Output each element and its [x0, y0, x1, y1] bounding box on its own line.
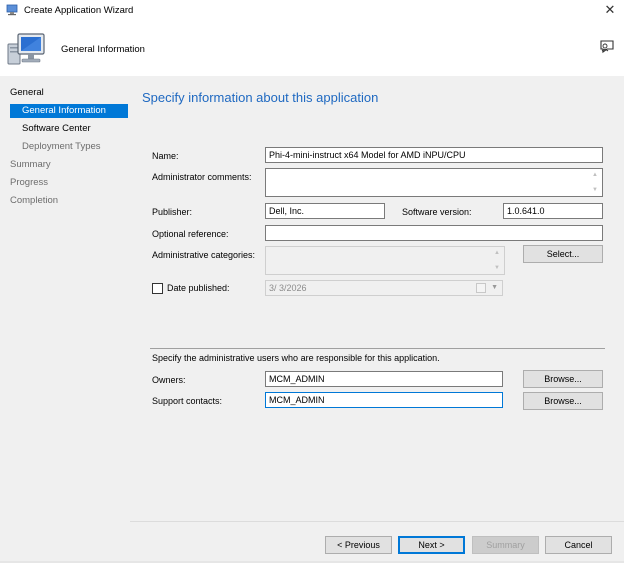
support-contacts-input[interactable]: MCM_ADMIN: [265, 392, 503, 408]
owners-input[interactable]: MCM_ADMIN: [265, 371, 503, 387]
wizard-navigation: General General Information Software Cen…: [0, 76, 130, 563]
scroll-up-icon: ▲: [592, 172, 598, 178]
wizard-header: General Information: [0, 22, 624, 76]
nav-software-center: Software Center: [22, 123, 91, 134]
publisher-label: Publisher:: [152, 207, 193, 217]
support-contacts-browse-button[interactable]: Browse...: [523, 392, 603, 410]
summary-button: Summary: [472, 536, 539, 554]
window-title: Create Application Wizard: [24, 5, 134, 16]
optional-reference-input[interactable]: [265, 225, 603, 241]
admin-categories-scrollbar: ▲ ▼: [492, 248, 502, 273]
date-published-picker: 3/ 3/2026 ▼: [265, 280, 503, 296]
feedback-icon[interactable]: [598, 38, 616, 56]
scroll-up-icon: ▲: [494, 250, 500, 256]
support-contacts-label: Support contacts:: [152, 396, 223, 406]
computer-icon: [7, 33, 45, 65]
date-published-label: Date published:: [167, 283, 230, 293]
admin-categories-label: Administrative categories:: [152, 250, 256, 260]
name-label: Name:: [152, 151, 179, 161]
page-title: Specify information about this applicati…: [142, 90, 379, 105]
cancel-button[interactable]: Cancel: [545, 536, 612, 554]
software-version-input[interactable]: 1.0.641.0: [503, 203, 603, 219]
nav-general-information: General Information: [10, 104, 128, 118]
app-icon: [6, 4, 18, 16]
close-icon: ✕: [604, 2, 616, 17]
software-version-label: Software version:: [402, 207, 472, 217]
chevron-down-icon: ▼: [491, 284, 498, 291]
admin-comments-textarea[interactable]: ▲ ▼: [265, 168, 603, 197]
date-published-value: 3/ 3/2026: [269, 283, 307, 293]
admin-users-description: Specify the administrative users who are…: [152, 353, 440, 363]
admin-categories-list: ▲ ▼: [265, 246, 505, 275]
select-categories-button[interactable]: Select...: [523, 245, 603, 263]
publisher-input[interactable]: Dell, Inc.: [265, 203, 385, 219]
scroll-down-icon: ▼: [592, 187, 598, 193]
admin-comments-label: Administrator comments:: [152, 172, 252, 182]
previous-button[interactable]: < Previous: [325, 536, 392, 554]
calendar-icon: [476, 283, 486, 293]
next-button[interactable]: Next >: [398, 536, 465, 554]
main-panel: Specify information about this applicati…: [130, 76, 624, 521]
nav-completion: Completion: [10, 195, 59, 206]
admin-comments-scrollbar[interactable]: ▲ ▼: [590, 170, 600, 195]
nav-progress: Progress: [10, 177, 49, 188]
nav-general: General: [10, 87, 44, 98]
title-bar: Create Application Wizard ✕: [0, 0, 624, 22]
optional-reference-label: Optional reference:: [152, 229, 229, 239]
owners-browse-button[interactable]: Browse...: [523, 370, 603, 388]
section-separator: [150, 348, 605, 349]
name-input[interactable]: Phi-4-mini-instruct x64 Model for AMD iN…: [265, 147, 603, 163]
scroll-down-icon: ▼: [494, 265, 500, 271]
nav-summary: Summary: [10, 159, 51, 170]
wizard-footer: < Previous Next > Summary Cancel: [130, 522, 624, 563]
nav-deployment-types: Deployment Types: [22, 141, 101, 152]
date-published-checkbox[interactable]: [152, 283, 163, 294]
header-title: General Information: [61, 44, 145, 55]
owners-label: Owners:: [152, 375, 186, 385]
close-button[interactable]: ✕: [596, 0, 624, 22]
